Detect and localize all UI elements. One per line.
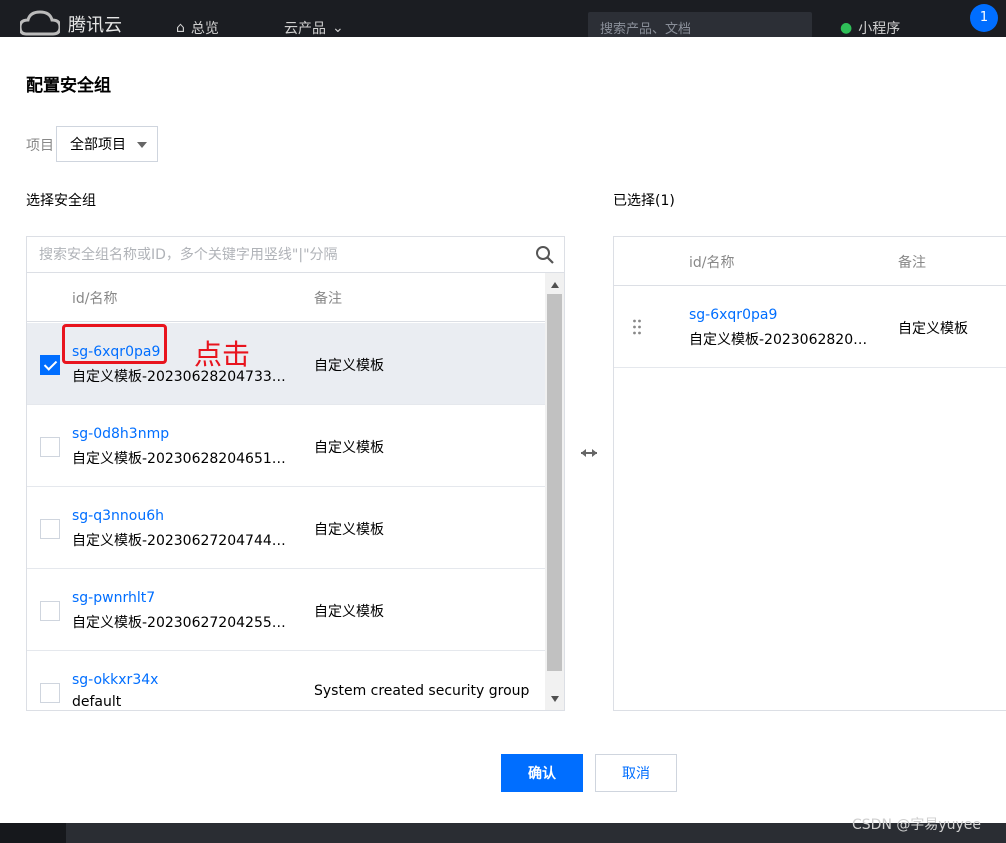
security-group-name: 自定义模板-20230628204651… xyxy=(72,451,286,467)
column-header-remark: 备注 xyxy=(314,291,342,307)
selected-column-header-remark: 备注 xyxy=(898,255,926,271)
logo[interactable]: 腾讯云 xyxy=(18,10,122,38)
row-checkbox[interactable] xyxy=(40,437,60,457)
mini-program-icon: ● xyxy=(840,20,853,36)
selected-security-group-remark: 自定义模板 xyxy=(898,321,968,337)
annotation-label: 点击 xyxy=(194,338,251,371)
dialog-title: 配置安全组 xyxy=(26,76,111,96)
selected-title: 已选择(1) xyxy=(613,193,675,209)
selected-table-header: id/名称 备注 xyxy=(614,237,1006,286)
selected-column-header-id: id/名称 xyxy=(689,255,735,271)
table-row[interactable]: sg-0d8h3nmp 自定义模板-20230628204651… 自定义模板 xyxy=(27,405,545,487)
notification-badge[interactable]: 1 xyxy=(970,4,998,32)
security-group-list-panel: id/名称 备注 sg-6xqr0pa9 自定义模板-2023062820473… xyxy=(26,236,565,711)
top-navbar: 腾讯云 ⌂ 总览 云产品 ⌄ 搜索产品、文档 ● 小程序 1 xyxy=(0,0,1006,38)
bottom-bar-segment xyxy=(0,823,66,843)
security-group-id[interactable]: sg-okkxr34x xyxy=(72,672,158,688)
confirm-button[interactable]: 确认 xyxy=(501,754,583,792)
list-scrollbar[interactable] xyxy=(545,273,564,710)
watermark: CSDN @字易yuyee xyxy=(852,817,982,833)
security-group-name: 自定义模板-2023062720474479 xyxy=(72,533,287,549)
project-label: 项目 xyxy=(26,138,54,154)
scroll-up-icon[interactable] xyxy=(551,282,559,288)
row-checkbox[interactable] xyxy=(40,355,60,375)
project-select-value: 全部项目 xyxy=(70,137,126,153)
cloud-logo-icon xyxy=(18,10,62,38)
security-group-search-input[interactable] xyxy=(27,237,527,272)
scroll-down-icon[interactable] xyxy=(551,696,559,702)
selected-security-group-name: 自定义模板-2023062820… xyxy=(689,332,868,348)
global-search-input[interactable]: 搜索产品、文档 xyxy=(588,12,812,38)
configure-security-group-dialog: 配置安全组 项目 全部项目 选择安全组 已选择(1) id/名称 备注 sg-6… xyxy=(0,37,1006,823)
selected-security-group-id[interactable]: sg-6xqr0pa9 xyxy=(689,307,777,323)
security-group-id[interactable]: sg-pwnrhlt7 xyxy=(72,590,155,606)
table-row[interactable]: sg-pwnrhlt7 自定义模板-20230627204255… 自定义模板 xyxy=(27,569,545,651)
selected-list-panel: id/名称 备注 sg-6xqr0pa9 自定义模板-2023062820… 自… xyxy=(613,236,1006,711)
table-header: id/名称 备注 xyxy=(27,273,545,322)
selected-row[interactable]: sg-6xqr0pa9 自定义模板-2023062820… 自定义模板 xyxy=(614,286,1006,368)
nav-products-label: 云产品 xyxy=(284,21,326,37)
search-icon[interactable] xyxy=(535,245,555,265)
drag-handle-icon[interactable] xyxy=(632,318,642,336)
column-header-id: id/名称 xyxy=(72,291,118,307)
security-group-remark: 自定义模板 xyxy=(314,358,384,374)
nav-mini-program-label: 小程序 xyxy=(858,21,901,37)
project-select[interactable]: 全部项目 xyxy=(56,126,158,162)
swap-arrows-icon xyxy=(578,443,600,463)
search-row xyxy=(27,237,564,273)
caret-down-icon xyxy=(137,142,147,148)
security-group-name: 自定义模板-20230628204733… xyxy=(72,369,286,385)
nav-overview[interactable]: ⌂ 总览 xyxy=(176,18,219,38)
security-group-name: 自定义模板-20230627204255… xyxy=(72,615,286,631)
select-group-title: 选择安全组 xyxy=(26,193,96,209)
row-checkbox[interactable] xyxy=(40,683,60,703)
home-icon: ⌂ xyxy=(176,20,185,36)
chevron-down-icon: ⌄ xyxy=(332,20,344,36)
logo-text: 腾讯云 xyxy=(68,15,122,36)
nav-products[interactable]: 云产品 ⌄ xyxy=(284,18,344,38)
annotation-highlight-box xyxy=(62,324,167,364)
security-group-remark: System created security group xyxy=(314,683,530,699)
nav-mini-program[interactable]: ● 小程序 xyxy=(840,18,900,38)
table-row[interactable]: sg-okkxr34x default System created secur… xyxy=(27,651,545,710)
cancel-button[interactable]: 取消 xyxy=(595,754,677,792)
security-group-name: default xyxy=(72,694,122,710)
table-row[interactable]: sg-q3nnou6h 自定义模板-2023062720474479 自定义模板 xyxy=(27,487,545,569)
security-group-id[interactable]: sg-q3nnou6h xyxy=(72,508,164,524)
row-checkbox[interactable] xyxy=(40,519,60,539)
security-group-remark: 自定义模板 xyxy=(314,522,384,538)
security-group-remark: 自定义模板 xyxy=(314,440,384,456)
row-checkbox[interactable] xyxy=(40,601,60,621)
scroll-thumb[interactable] xyxy=(547,294,562,671)
security-group-remark: 自定义模板 xyxy=(314,604,384,620)
nav-overview-label: 总览 xyxy=(190,21,219,37)
security-group-id[interactable]: sg-0d8h3nmp xyxy=(72,426,169,442)
